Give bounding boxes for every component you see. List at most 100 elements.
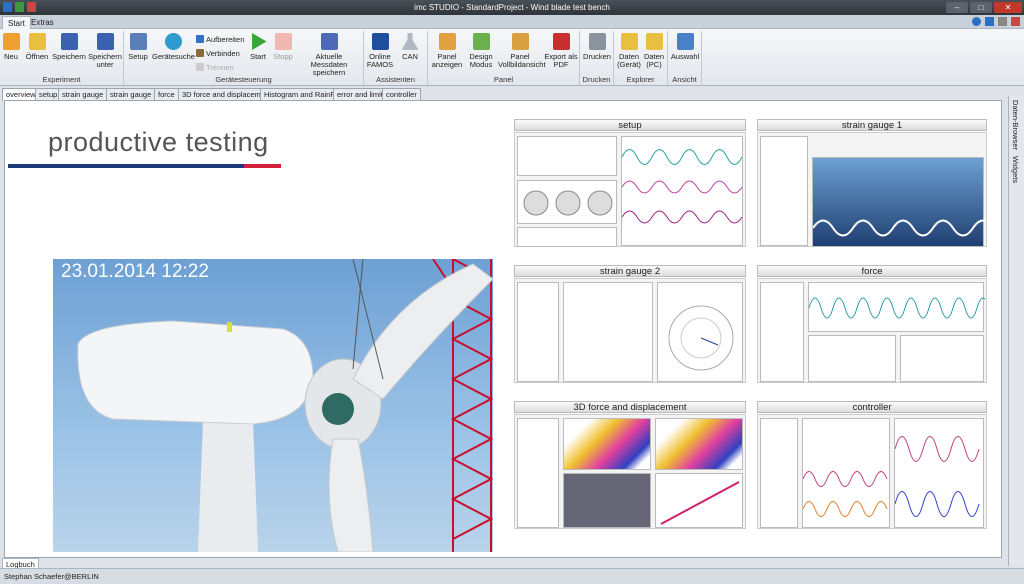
gauges-illustration — [523, 190, 613, 216]
setup-controls — [517, 136, 617, 176]
disconnect-button[interactable]: Trennen — [196, 63, 234, 73]
window-title: imc STUDIO - StandardProject - Wind blad… — [414, 3, 610, 12]
connect-button[interactable]: Verbinden — [196, 49, 240, 59]
controller-wave-illustration — [802, 471, 888, 517]
design-mode-button[interactable]: Design Modus — [466, 33, 496, 69]
controller-diagram — [802, 418, 890, 528]
3d-camera — [563, 473, 651, 528]
thumbnail-title: 3D force and displacement — [514, 401, 746, 413]
group-assistants: Online FAMOS CAN Assistenten — [364, 31, 428, 85]
force-waveform — [808, 282, 990, 332]
save-as-button[interactable]: Speichern unter — [88, 33, 122, 69]
group-label: Drucken — [582, 75, 611, 84]
window-icon[interactable] — [998, 17, 1007, 26]
tab-force[interactable]: force — [154, 88, 179, 100]
ribbon-tabs: Start Extras — [0, 15, 1024, 29]
3d-line — [655, 473, 743, 528]
force-machine — [808, 335, 896, 382]
strain2-polar — [657, 282, 743, 382]
data-pc-button[interactable]: Daten (PC) — [642, 33, 666, 69]
brand-bar-red — [244, 164, 281, 168]
save-button[interactable]: Speichern — [52, 33, 86, 61]
3d-surface-1 — [563, 418, 651, 470]
thumbnail-controller[interactable]: controller — [757, 401, 987, 529]
maximize-button[interactable]: □ — [970, 2, 992, 13]
printer-icon — [588, 33, 606, 50]
close-button[interactable]: ✕ — [994, 2, 1022, 13]
group-label: Gerätesteuerung — [215, 75, 272, 84]
strain-values — [760, 136, 808, 246]
thumbnail-title: controller — [757, 401, 987, 413]
turbine-illustration — [77, 259, 493, 552]
controller-waveforms — [894, 418, 984, 528]
page-tabs: overview setup strain gauge 1 strain gau… — [0, 88, 1005, 101]
start-button[interactable]: Start — [248, 33, 268, 61]
stop-button[interactable]: Stopp — [272, 33, 294, 61]
export-pdf-button[interactable]: Export als PDF — [544, 33, 578, 69]
group-label: Experiment — [42, 75, 81, 84]
thumbnail-strain-gauge-2[interactable]: strain gauge 2 — [514, 265, 746, 383]
panel-fullscreen-button[interactable]: Panel Vollbildansicht — [498, 33, 546, 69]
stop-icon — [274, 33, 292, 50]
open-button[interactable]: Öffnen — [24, 33, 50, 61]
strain2-bars — [563, 282, 653, 382]
timestamp: 23.01.2014 12:22 — [61, 261, 209, 282]
force-values — [760, 282, 804, 382]
setup-waveforms — [621, 136, 743, 246]
data-device-button[interactable]: Daten (Gerät) — [616, 33, 642, 69]
thumbnail-force[interactable]: force — [757, 265, 990, 383]
3d-values — [517, 418, 559, 528]
thumbnail-setup[interactable]: setup — [514, 119, 746, 247]
group-panel: Panel anzeigen Design Modus Panel Vollbi… — [428, 31, 580, 85]
info-icon[interactable] — [985, 17, 994, 26]
brand-bar-blue — [8, 164, 244, 168]
widgets-tab[interactable]: Widgets — [1011, 156, 1020, 183]
new-button[interactable]: Neu — [2, 33, 20, 61]
play-icon — [252, 33, 267, 50]
group-experiment: Neu Öffnen Speichern Speichern unter Exp… — [0, 31, 124, 85]
quick-stop-icon[interactable] — [27, 2, 36, 12]
can-button[interactable]: CAN — [396, 33, 424, 61]
fullscreen-icon — [511, 33, 529, 50]
waveform-illustration — [621, 149, 743, 224]
slogan: productive testing — [48, 127, 269, 157]
minimize-button[interactable]: – — [946, 2, 968, 13]
group-label: Ansicht — [672, 75, 697, 84]
title-bar: imc STUDIO - StandardProject - Wind blad… — [0, 0, 1024, 15]
force-bars — [900, 335, 984, 382]
folder-pc-icon — [645, 33, 663, 50]
selection-button[interactable]: Auswahl — [670, 33, 700, 61]
status-bar: Stephan Schaefer@BERLIN — [0, 568, 1024, 584]
thumbnail-3d-force[interactable]: 3D force and displacement — [514, 401, 746, 529]
tab-controller[interactable]: controller — [382, 88, 421, 100]
device-search-button[interactable]: Gerätesuche — [152, 33, 195, 61]
close-doc-icon[interactable] — [1011, 17, 1020, 26]
strain2-values — [517, 282, 559, 382]
thumbnail-strain-gauge-1[interactable]: strain gauge 1 — [757, 119, 994, 247]
disk-icon — [96, 33, 114, 50]
show-panel-button[interactable]: Panel anzeigen — [430, 33, 464, 69]
prepare-button[interactable]: Aufbereiten — [196, 35, 244, 45]
tab-extras[interactable]: Extras — [26, 16, 59, 29]
group-explorer: Daten (Gerät) Daten (PC) Explorer — [614, 31, 668, 85]
strain-photo — [812, 157, 994, 247]
save-current-data-button[interactable]: Aktuelle Messdaten speichern — [298, 33, 360, 77]
thumbnail-title: setup — [514, 119, 746, 131]
globe-search-icon — [164, 33, 182, 50]
pdf-icon — [552, 33, 570, 50]
famos-icon — [371, 33, 389, 50]
quick-start-icon[interactable] — [15, 2, 24, 12]
folder-device-icon — [620, 33, 638, 50]
user-status: Stephan Schaefer@BERLIN — [4, 572, 99, 581]
group-label: Assistenten — [376, 75, 415, 84]
setup-button[interactable]: Setup — [127, 33, 149, 61]
setup-icon — [129, 33, 147, 50]
group-print: Drucken Drucken — [580, 31, 614, 85]
online-famos-button[interactable]: Online FAMOS — [366, 33, 394, 69]
check-icon — [196, 35, 204, 43]
strain-wave-illustration — [812, 219, 994, 237]
ribbon: Neu Öffnen Speichern Speichern unter Exp… — [0, 29, 1024, 86]
print-button[interactable]: Drucken — [582, 33, 612, 61]
data-browser-tab[interactable]: Daten-Browser — [1011, 100, 1020, 150]
help-icon[interactable] — [972, 17, 981, 26]
